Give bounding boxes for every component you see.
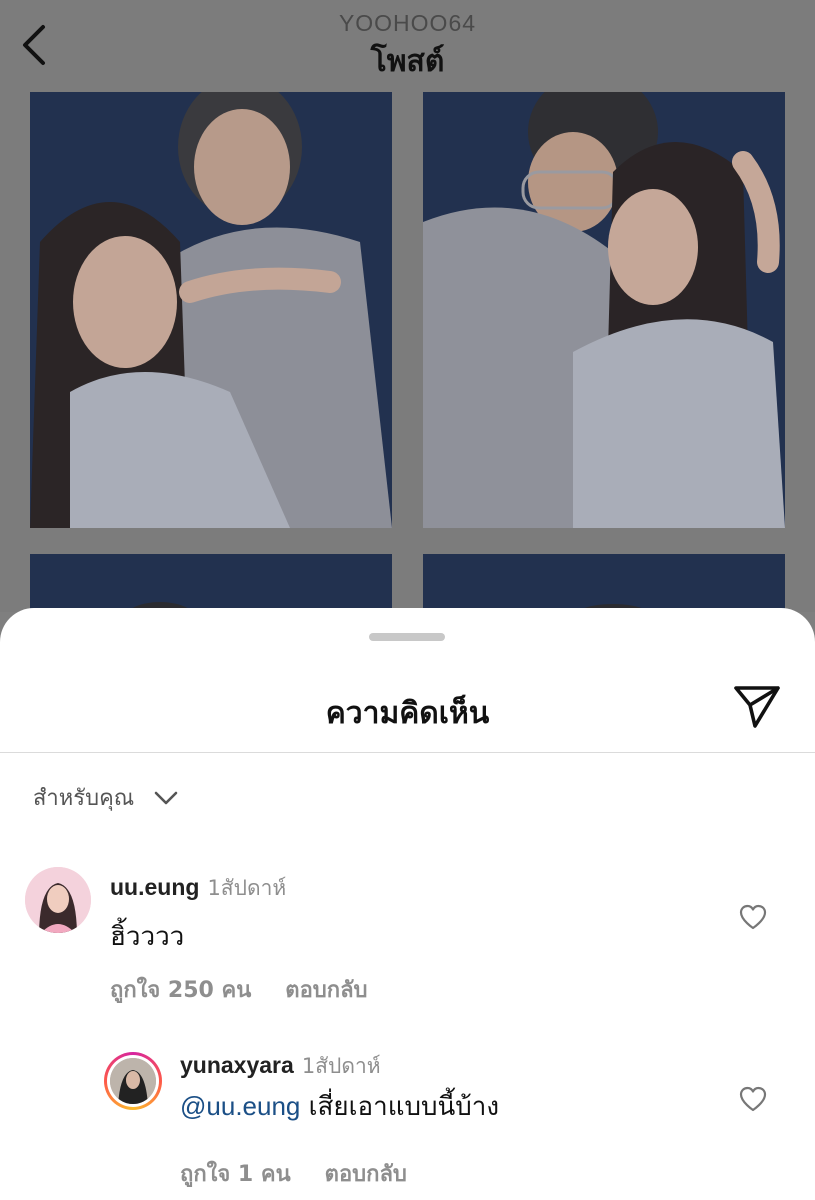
comment-item: uu.eung 1สัปดาห์ ฮิ้วววว ถูกใจ 250 คน ตอ… [0, 866, 815, 1016]
heart-icon[interactable] [739, 1086, 767, 1112]
comments-sheet: ความคิดเห็น สำหรับคุณ uu.eung 1สัปดาห์ ฮ… [0, 608, 815, 1200]
top-navigation-bar: YOOHOO64 โพสต์ [0, 0, 815, 92]
reply-comment-item: yunaxyara 1สัปดาห์ @uu.eung เสี่ยเอาแบบน… [0, 1050, 815, 1200]
profile-username[interactable]: YOOHOO64 [0, 10, 815, 37]
like-count[interactable]: ถูกใจ 1 คน [180, 1156, 291, 1191]
comment-text: ฮิ้วววว [110, 922, 185, 952]
sheet-title: ความคิดเห็น [325, 696, 490, 731]
comment-sort-dropdown[interactable]: สำหรับคุณ [33, 780, 178, 815]
post-photo-1[interactable] [30, 92, 392, 528]
reply-button[interactable]: ตอบกลับ [325, 1156, 407, 1191]
reply-button[interactable]: ตอบกลับ [285, 972, 367, 1007]
share-button[interactable] [728, 682, 784, 732]
comment-text-container: @uu.eung เสี่ยเอาแบบนี้บ้าง [180, 1086, 499, 1127]
page-title: โพสต์ [370, 44, 445, 79]
post-photo-2[interactable] [423, 92, 785, 528]
comment-username[interactable]: uu.eung [110, 874, 199, 901]
mention-link[interactable]: @uu.eung [180, 1091, 300, 1121]
comment-username[interactable]: yunaxyara [180, 1052, 294, 1079]
send-icon [734, 686, 780, 728]
post-photo-grid [0, 92, 815, 634]
avatar-story-ring[interactable] [104, 1052, 162, 1110]
chevron-down-icon [154, 791, 178, 804]
sheet-divider [0, 752, 815, 753]
sort-label: สำหรับคุณ [33, 786, 135, 811]
like-count[interactable]: ถูกใจ 250 คน [110, 972, 251, 1007]
avatar[interactable] [25, 867, 91, 933]
heart-icon[interactable] [739, 904, 767, 930]
comment-text: เสี่ยเอาแบบนี้บ้าง [308, 1092, 500, 1122]
avatar [110, 1058, 156, 1104]
comment-time: 1สัปดาห์ [301, 1054, 381, 1078]
sheet-drag-handle[interactable] [369, 633, 445, 641]
comment-time: 1สัปดาห์ [207, 876, 287, 900]
